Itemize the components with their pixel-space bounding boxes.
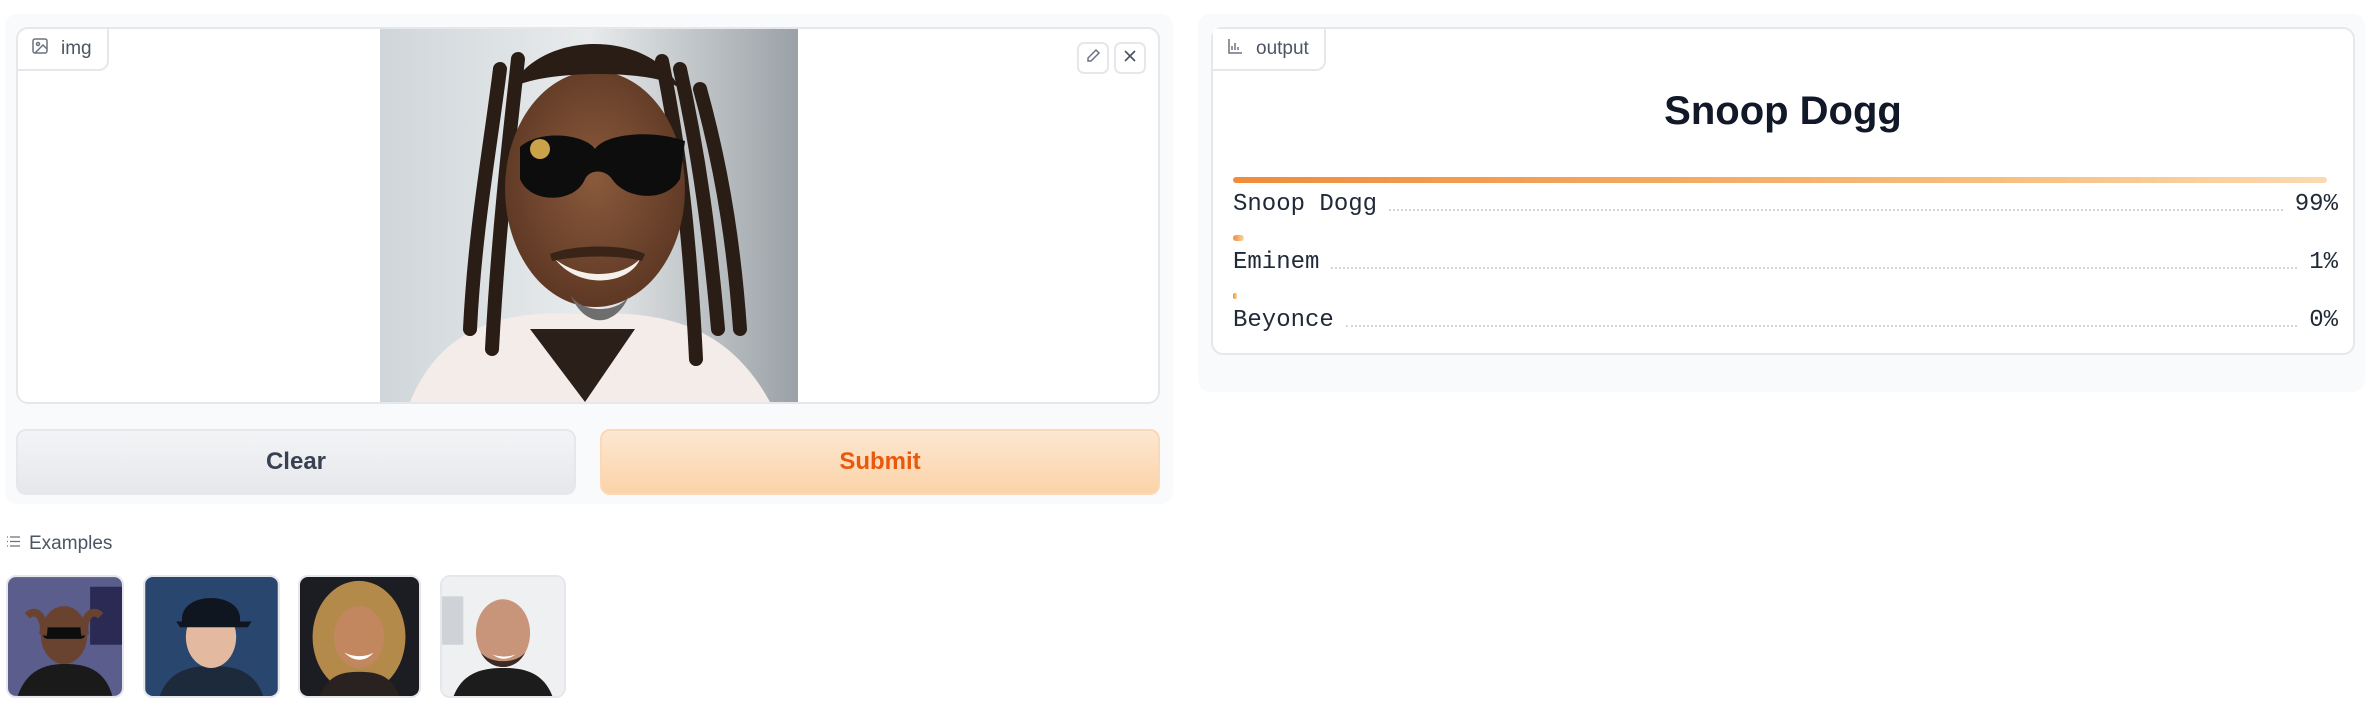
confidence-percent: 1% — [2309, 249, 2338, 276]
submit-button-label: Submit — [839, 448, 921, 475]
output-label-text: output — [1256, 38, 1309, 59]
confidence-row: Beyonce 0% — [1233, 293, 2338, 334]
output-label: output — [1213, 29, 1326, 71]
example-thumbnail[interactable] — [6, 575, 124, 698]
confidence-label: Beyonce — [1233, 307, 1334, 334]
submit-button[interactable]: Submit — [600, 429, 1160, 495]
example-thumbnail[interactable] — [440, 575, 566, 698]
image-icon — [31, 37, 49, 61]
chart-icon — [1226, 37, 1244, 61]
confidence-percent: 99% — [2294, 191, 2338, 218]
examples-header: Examples — [6, 533, 112, 555]
confidence-bar — [1233, 293, 1238, 299]
confidence-leader — [1331, 267, 2298, 269]
pencil-icon — [1084, 47, 1102, 70]
uploaded-photo — [380, 29, 798, 402]
confidence-bar — [1233, 177, 2327, 183]
image-input-label: img — [18, 29, 109, 71]
example-thumbnail[interactable] — [143, 575, 280, 698]
confidence-label: Eminem — [1233, 249, 1320, 276]
example-thumbnail[interactable] — [298, 575, 421, 698]
clear-button[interactable]: Clear — [16, 429, 576, 495]
confidence-bar — [1233, 235, 1245, 241]
edit-image-button[interactable] — [1077, 42, 1109, 74]
image-input[interactable]: img — [16, 27, 1160, 404]
confidence-row: Snoop Dogg 99% — [1233, 177, 2338, 218]
clear-button-label: Clear — [265, 448, 327, 475]
confidence-label: Snoop Dogg — [1233, 191, 1378, 218]
close-icon — [1121, 47, 1139, 70]
confidence-percent: 0% — [2309, 307, 2338, 334]
predicted-label: Snoop Dogg — [1664, 89, 1902, 133]
confidence-leader — [1345, 325, 2298, 327]
image-input-label-text: img — [61, 38, 92, 59]
remove-image-button[interactable] — [1114, 42, 1146, 74]
examples-label-text: Examples — [29, 533, 113, 554]
confidence-row: Eminem 1% — [1233, 235, 2338, 276]
output-label-block: output Snoop Dogg Snoop Dogg 99% Eminem … — [1211, 27, 2355, 355]
list-icon — [6, 533, 21, 555]
confidence-leader — [1389, 209, 2283, 211]
